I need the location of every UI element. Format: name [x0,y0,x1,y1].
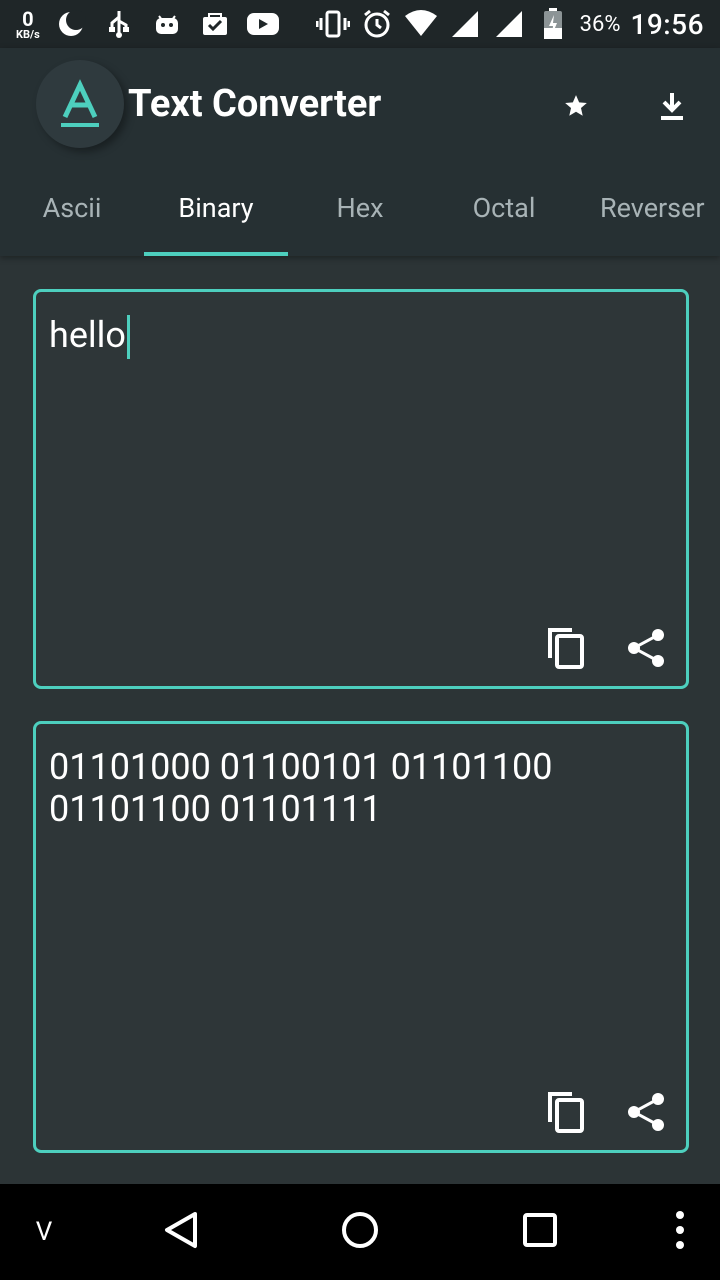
home-circle-icon [340,1210,380,1254]
tab-bar: Ascii Binary Hex Octal Reverser [0,160,720,256]
keyboard-hide-label: V [35,1217,53,1247]
recents-button[interactable] [518,1184,562,1280]
overflow-menu-button[interactable] [664,1184,696,1280]
output-text-value: 01101000 01100101 01101100 01101100 0110… [49,746,553,830]
usb-icon [102,7,136,41]
tab-binary[interactable]: Binary [144,160,288,256]
tab-label: Hex [336,192,384,224]
signal-icon [448,7,482,41]
download-button[interactable] [648,84,696,132]
tab-label: Ascii [42,192,102,224]
status-clock: 19:56 [630,7,704,41]
network-speed-value: 0 [22,6,34,31]
star-button[interactable] [552,84,600,132]
tab-label: Octal [472,192,536,224]
more-vert-icon [675,1210,685,1254]
input-text-value: hello [49,314,126,356]
copy-input-button[interactable] [544,628,588,672]
battery-percentage: 36% [579,11,621,37]
text-cursor [126,315,130,360]
tab-label: Binary [178,192,254,224]
copy-icon [546,1090,586,1138]
share-icon [626,628,666,672]
signal-icon-2 [492,7,526,41]
system-navigation-bar: V [0,1184,720,1280]
wifi-icon [404,7,438,41]
app-logo-icon [36,60,124,148]
input-text-field[interactable]: hello [49,314,672,360]
status-bar: 0 KB/s 36% 19:56 [0,0,720,48]
back-triangle-icon [163,1210,199,1254]
tab-hex[interactable]: Hex [288,160,432,256]
night-mode-icon [54,7,88,41]
home-button[interactable] [336,1184,384,1280]
output-text-card: 01101000 01100101 01101100 01101100 0110… [33,721,689,1153]
alarm-icon [360,7,394,41]
network-speed-indicator: 0 KB/s [16,9,40,40]
input-text-card: hello [33,289,689,689]
star-icon [563,93,589,123]
youtube-icon [246,7,280,41]
tab-octal[interactable]: Octal [432,160,576,256]
vibrate-icon [315,7,350,41]
share-output-button[interactable] [624,1092,668,1136]
tab-label: Reverser [600,192,705,224]
keyboard-hide-button[interactable]: V [24,1184,64,1280]
recents-square-icon [522,1212,558,1252]
tab-ascii[interactable]: Ascii [0,160,144,256]
share-icon [626,1092,666,1136]
app-bar: Text Converter Ascii Binary Hex Octal Re… [0,48,720,256]
copy-icon [546,626,586,674]
battery-charging-icon [536,7,570,41]
shopping-bag-icon [198,7,232,41]
android-debug-icon [150,7,184,41]
download-icon [658,91,686,125]
network-speed-unit: KB/s [16,27,40,41]
copy-output-button[interactable] [544,1092,588,1136]
tab-reverser[interactable]: Reverser [576,160,720,256]
active-tab-indicator [144,252,288,256]
back-button[interactable] [156,1184,206,1280]
app-title: Text Converter [128,82,382,126]
share-input-button[interactable] [624,628,668,672]
